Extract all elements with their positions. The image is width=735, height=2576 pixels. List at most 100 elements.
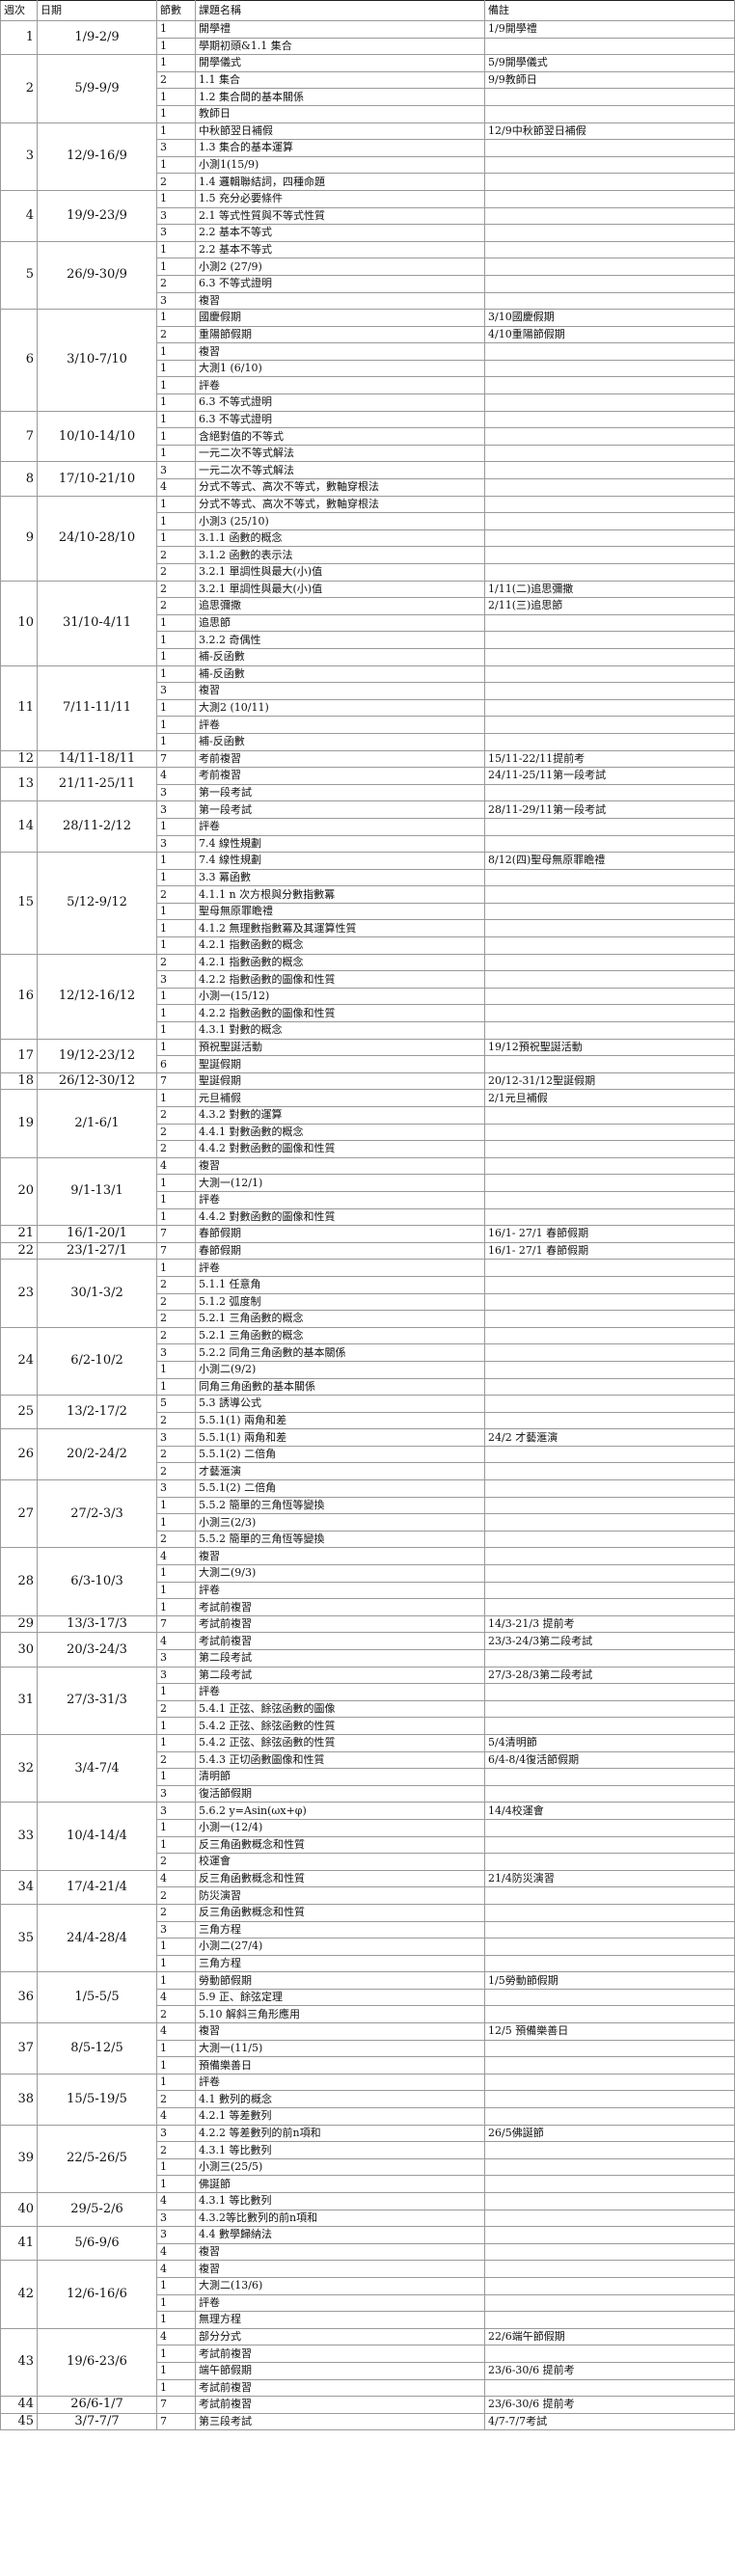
topic-cell: 5.2.2 同角三角函數的基本關係 [195,1343,485,1362]
remarks-cell [484,664,735,684]
table-row: 2 5/9-9/9 1 開學儀式 5/9開學儀式 [0,54,735,123]
week-cell: 3 [0,122,38,191]
table-row: 15 5/12-9/12 1 7.4 線性規劃 8/12(四)聖母無原罪瞻禮 [0,852,735,955]
topic-cell: 2.2 基本不等式 [195,240,485,259]
week-cell: 8 [0,461,38,497]
sessions-cell: 4 [156,767,196,785]
sessions-cell: 3 [156,682,196,700]
week-cell: 16 [0,953,38,1040]
remarks-cell: 2/1元旦補假 [484,1089,735,1107]
week-cell: 11 [0,664,38,751]
week-cell: 31 [0,1666,38,1735]
topic-cell: 勞動節假期 [195,1971,485,1990]
week-cell: 14 [0,800,38,854]
topic-cell: 反三角函數概念和性質 [195,1869,485,1888]
remarks-cell [484,1190,735,1209]
topic-cell: 反三角函數概念和性質 [195,1903,485,1922]
remarks-cell [484,1564,735,1583]
sessions-cell: 3 [156,1343,196,1362]
sessions-cell: 1 [156,342,196,361]
sessions-cell: 1 [156,54,196,72]
remarks-cell [484,1886,735,1905]
date-cell: 19/12-23/12 [37,1038,157,1073]
week-cell: 19 [0,1089,38,1158]
remarks-cell [484,1988,735,2007]
topic-cell: 5.2.1 三角函數的概念 [195,1326,485,1345]
remarks-cell [484,393,735,412]
remarks-cell [484,2378,735,2398]
sessions-cell: 1 [156,359,196,378]
sessions-cell: 3 [156,1428,196,1447]
remarks-cell: 23/3-24/3第二段考試 [484,1632,735,1650]
remarks-cell [484,2157,735,2177]
sessions-cell: 1 [156,1190,196,1209]
remarks-cell [484,970,735,989]
remarks-cell: 21/4防災演習 [484,1869,735,1888]
date-cell: 13/2-17/2 [37,1395,157,1430]
remarks-cell [484,1360,735,1379]
remarks-cell [484,529,735,548]
topic-cell: 防災演習 [195,1886,485,1905]
remarks-cell [484,682,735,700]
topic-cell: 大測二(13/6) [195,2276,485,2295]
sessions-cell: 1 [156,88,196,106]
sessions-cell: 2 [156,1530,196,1549]
sessions-cell: 1 [156,495,196,514]
topic-cell: 複習 [195,1547,485,1566]
remarks-cell [484,1310,735,1328]
topic-cell: 考試前複習 [195,2345,485,2363]
table-row: 31 27/3-31/3 3 第二段考試 27/3-28/3第二段考試 [0,1666,735,1735]
topic-cell: 三角方程 [195,1954,485,1973]
topic-cell: 第三段考試 [195,2412,485,2431]
sessions-cell: 7 [156,2396,196,2414]
table-row: 27 27/2-3/3 3 5.5.1(2) 二倍角 [0,1479,735,1549]
sessions-cell: 1 [156,664,196,684]
week-cell: 44 [0,2396,38,2414]
date-cell: 2/1-6/1 [37,1089,157,1158]
date-cell: 13/3-17/3 [37,1614,157,1634]
topic-cell: 4.1 數列的概念 [195,2090,485,2109]
sessions-cell: 2 [156,1853,196,1871]
sessions-cell: 1 [156,2073,196,2092]
topic-cell: 3.1.2 函數的表示法 [195,546,485,564]
topic-cell: 評卷 [195,2073,485,2092]
sessions-cell: 2 [156,1699,196,1719]
sessions-cell: 7 [156,2412,196,2431]
sessions-cell: 4 [156,478,196,497]
table-row: 42 12/6-16/6 4 複習 [0,2260,735,2329]
sessions-cell: 1 [156,2276,196,2295]
sessions-cell: 1 [156,716,196,734]
remarks-cell [484,1479,735,1498]
topic-cell: 無理方程 [195,2311,485,2329]
week-cell: 28 [0,1547,38,1616]
topic-cell: 反三角函數概念和性質 [195,1835,485,1855]
topic-cell: 小測三(2/3) [195,1513,485,1532]
week-cell: 5 [0,240,38,311]
date-cell: 27/2-3/3 [37,1479,157,1549]
week-cell: 10 [0,580,38,666]
remarks-cell [484,647,735,666]
remarks-cell [484,1377,735,1396]
schedule-table: 週次 日期 節數 課題名稱 備註 1 1/9-2/9 1 開學禮 1/9開學禮 1 學期初頭… [0,0,735,2431]
remarks-cell [484,631,735,649]
table-row: 23 30/1-3/2 1 評卷 [0,1259,735,1328]
topic-cell: 含絕對值的不等式 [195,427,485,446]
topic-cell: 大測一(12/1) [195,1174,485,1192]
remarks-cell [484,2073,735,2092]
sessions-cell: 3 [156,970,196,989]
week-cell: 38 [0,2073,38,2126]
topic-cell: 評卷 [195,1683,485,1701]
table-row: 3 12/9-16/9 1 中秋節翌日補假 12/9中秋節翌日補假 [0,122,735,191]
remarks-cell: 8/12(四)聖母無原罪瞻禮 [484,852,735,870]
sessions-cell: 4 [156,1869,196,1888]
sessions-cell: 1 [156,1581,196,1600]
remarks-cell [484,1496,735,1515]
sessions-cell: 2 [156,580,196,599]
sessions-cell: 2 [156,1462,196,1481]
sessions-cell: 1 [156,698,196,718]
topic-cell: 小測二(27/4) [195,1938,485,1956]
sessions-cell: 1 [156,309,196,327]
topic-cell: 第一段考試 [195,783,485,802]
topic-cell: 元旦補假 [195,1089,485,1107]
remarks-cell: 5/9開學儀式 [484,54,735,72]
